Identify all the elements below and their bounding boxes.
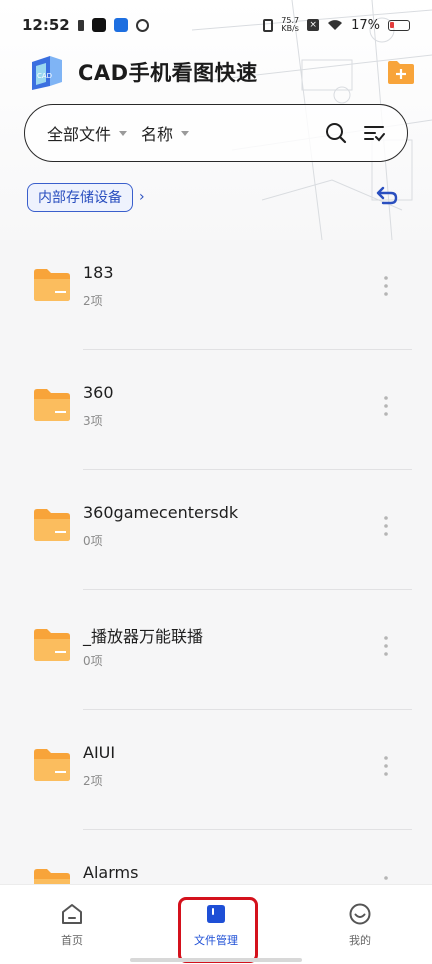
nav-mine-label: 我的 xyxy=(349,933,371,947)
breadcrumb-internal-storage[interactable]: 内部存储设备 xyxy=(27,182,133,212)
file-name: 360 xyxy=(83,383,114,402)
home-icon xyxy=(62,903,82,924)
breadcrumb-label: 内部存储设备 xyxy=(38,190,122,206)
file-count: 2项 xyxy=(83,294,103,308)
battery-percent: 17% xyxy=(351,17,380,33)
new-folder-icon[interactable] xyxy=(386,57,416,87)
file-list: 183 2项 360 3项 360gamecentersdk 0项 _播放器万能… xyxy=(0,230,432,884)
status-bar: 12:52 75.7 KB/s × 17% xyxy=(0,0,432,50)
vibrate-icon xyxy=(263,18,274,32)
home-indicator[interactable] xyxy=(130,958,302,962)
no-sim-icon: × xyxy=(307,19,320,31)
list-item[interactable]: _播放器万能联播 0项 xyxy=(0,590,432,710)
file-name: Alarms xyxy=(83,863,139,882)
svg-text:CAD: CAD xyxy=(37,72,52,80)
list-item[interactable]: 183 2项 xyxy=(0,230,432,350)
file-type-label: 全部文件 xyxy=(47,125,112,144)
wifi-icon xyxy=(328,20,343,30)
file-name: 360gamecentersdk xyxy=(83,503,239,522)
more-vertical-icon[interactable] xyxy=(380,274,392,298)
filter-list-icon[interactable] xyxy=(363,122,385,144)
tiktok-icon xyxy=(91,18,106,32)
list-item[interactable]: AIUI 2项 xyxy=(0,710,432,830)
nav-home[interactable]: 首页 xyxy=(0,885,144,964)
nav-files[interactable]: 文件管理 xyxy=(144,885,288,964)
file-name: 183 xyxy=(83,263,114,282)
list-item[interactable]: 360 3项 xyxy=(0,350,432,470)
search-icon[interactable] xyxy=(325,122,347,144)
chevron-down-icon xyxy=(119,130,128,136)
nav-mine[interactable]: 我的 xyxy=(288,885,432,964)
status-time: 12:52 xyxy=(22,16,70,34)
filter-bar: 全部文件 名称 xyxy=(24,104,408,162)
sort-dropdown[interactable]: 名称 xyxy=(141,121,190,145)
back-icon[interactable] xyxy=(373,184,399,210)
app-logo-icon: CAD xyxy=(32,56,62,90)
folder-icon xyxy=(34,509,70,541)
more-vertical-icon[interactable] xyxy=(380,634,392,658)
file-count: 3项 xyxy=(83,414,103,428)
sort-label: 名称 xyxy=(141,125,174,144)
file-manager-icon xyxy=(207,904,225,923)
more-vertical-icon[interactable] xyxy=(380,874,392,884)
list-item[interactable]: Alarms xyxy=(0,830,432,884)
nav-files-label: 文件管理 xyxy=(194,933,238,947)
breadcrumb: 内部存储设备 › xyxy=(27,182,407,212)
file-count: 2项 xyxy=(83,774,103,788)
battery-icon xyxy=(388,19,410,31)
chevron-right-icon: › xyxy=(139,189,145,205)
folder-icon xyxy=(34,749,70,781)
folder-icon xyxy=(34,389,70,421)
accessibility-icon xyxy=(113,18,128,32)
chevron-down-icon xyxy=(181,130,190,136)
app-title: CAD手机看图快速 xyxy=(78,61,258,85)
net-speed-unit: KB/s xyxy=(281,24,299,33)
file-name: _播放器万能联播 xyxy=(83,627,204,646)
file-name: AIUI xyxy=(83,743,116,762)
list-item[interactable]: 360gamecentersdk 0项 xyxy=(0,470,432,590)
more-vertical-icon[interactable] xyxy=(380,394,392,418)
file-count: 0项 xyxy=(83,534,103,548)
app-title-row: CAD CAD手机看图快速 xyxy=(26,50,416,94)
bottom-nav: 首页 文件管理 我的 xyxy=(0,884,432,964)
sim-icon xyxy=(77,19,84,31)
profile-icon xyxy=(349,903,371,924)
more-vertical-icon[interactable] xyxy=(380,754,392,778)
nav-home-label: 首页 xyxy=(61,933,83,947)
folder-icon xyxy=(34,869,70,884)
file-type-dropdown[interactable]: 全部文件 xyxy=(47,121,128,145)
more-vertical-icon[interactable] xyxy=(380,514,392,538)
net-speed: 75.7 KB/s xyxy=(281,17,299,33)
sync-icon xyxy=(135,18,149,32)
folder-icon xyxy=(34,269,70,301)
folder-icon xyxy=(34,629,70,661)
file-count: 0项 xyxy=(83,654,103,668)
